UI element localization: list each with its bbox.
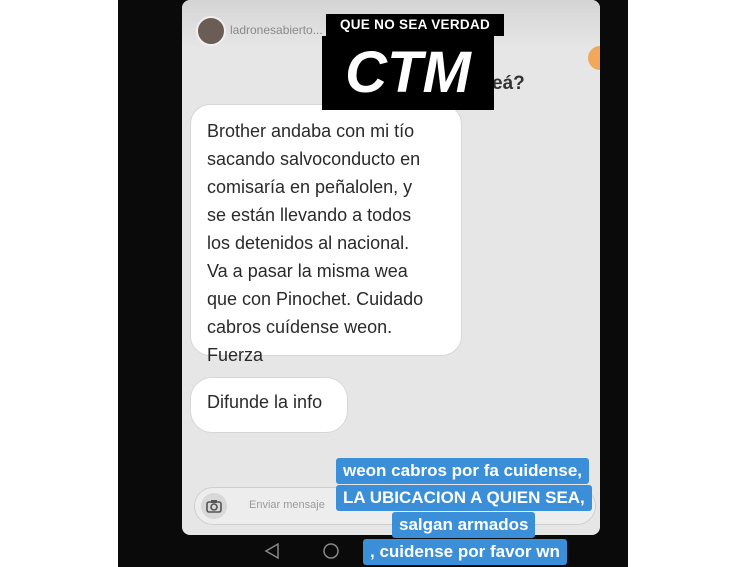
camera-icon[interactable] (201, 493, 227, 519)
home-nav-icon[interactable] (323, 543, 339, 559)
story-caption-line: , cuidense por favor wn (363, 539, 567, 565)
message-input-placeholder: Enviar mensaje (249, 499, 325, 511)
overlay-sticker-top: QUE NO SEA VERDAD (326, 14, 504, 36)
reaction-icon (588, 46, 600, 70)
partial-message-text: eá? (492, 73, 525, 94)
avatar[interactable] (196, 16, 226, 46)
story-caption-line: LA UBICACION A QUIEN SEA, (336, 485, 592, 511)
story-caption-line: salgan armados (392, 512, 536, 538)
message-text: Brother andaba con mi tío sacando salvoc… (207, 121, 424, 365)
story-caption-line: weon cabros por fa cuidense, (336, 458, 590, 484)
message-bubble: Difunde la info (190, 377, 348, 433)
message-text: Difunde la info (207, 392, 323, 412)
message-bubble: Brother andaba con mi tío sacando salvoc… (190, 104, 462, 365)
overlay-sticker-big: CTM (322, 36, 494, 110)
story-username[interactable]: ladronesabierto... (230, 23, 323, 37)
back-nav-icon[interactable] (264, 542, 279, 560)
story-screen: ladronesabierto... Brother andaba con mi… (182, 0, 600, 535)
